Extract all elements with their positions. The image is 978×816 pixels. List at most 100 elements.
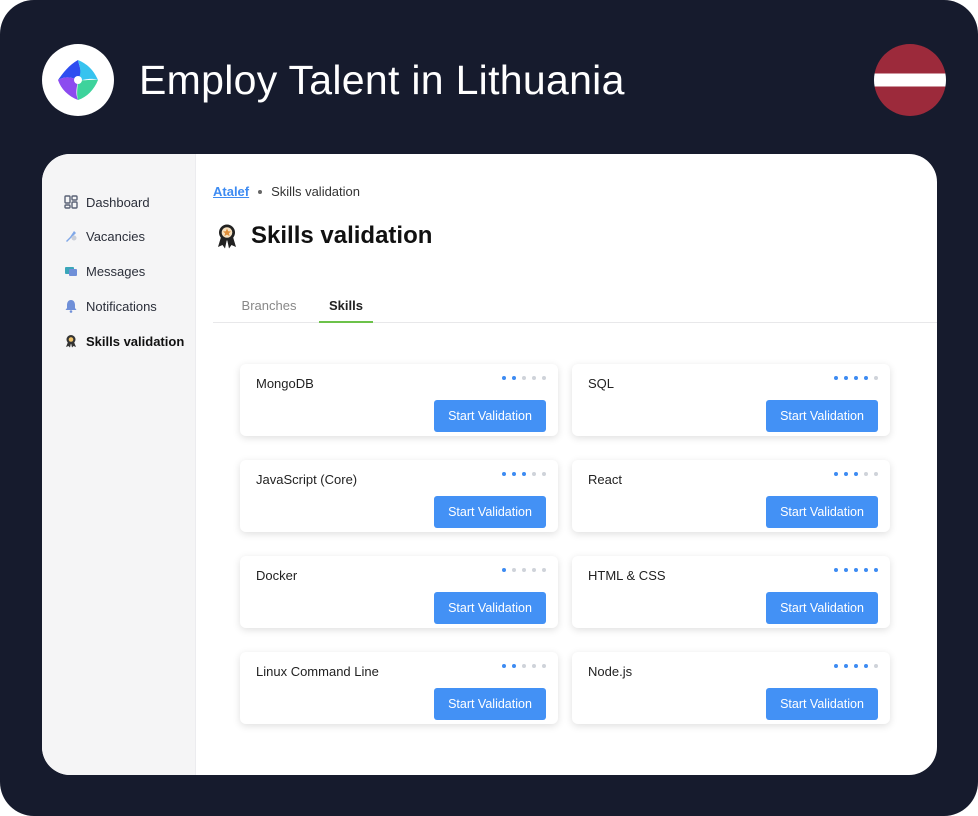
- skill-level-dots: [502, 568, 546, 572]
- level-dot-filled: [834, 376, 838, 380]
- level-dot-filled: [844, 472, 848, 476]
- banner-headline: Employ Talent in Lithuania: [139, 57, 625, 103]
- award-icon: [218, 224, 236, 249]
- skill-name: HTML & CSS: [588, 568, 666, 583]
- messages-icon: [65, 267, 77, 276]
- dashboard-icon: [64, 195, 78, 209]
- level-dot-empty: [522, 568, 526, 572]
- sidebar-item-label: Messages: [86, 263, 146, 279]
- level-dot-filled: [512, 376, 516, 380]
- start-validation-button[interactable]: Start Validation: [434, 592, 546, 624]
- level-dot-empty: [864, 472, 868, 476]
- level-dot-filled: [512, 472, 516, 476]
- level-dot-empty: [874, 664, 878, 668]
- brand-logo: [42, 44, 114, 116]
- level-dot-filled: [844, 376, 848, 380]
- breadcrumb-separator: [258, 189, 263, 194]
- skill-level-dots: [834, 472, 878, 476]
- page-title: Skills validation: [251, 222, 433, 249]
- level-dot-filled: [834, 472, 838, 476]
- skill-name: SQL: [588, 376, 615, 391]
- sidebar-item-dashboard[interactable]: Dashboard: [64, 192, 150, 212]
- skill-level-dots: [834, 568, 878, 572]
- sidebar: Dashboard Vacancies Messages Notificatio…: [42, 154, 196, 775]
- breadcrumb-root-link[interactable]: Atalef: [213, 184, 249, 199]
- level-dot-empty: [874, 376, 878, 380]
- app-window: Dashboard Vacancies Messages Notificatio…: [42, 154, 937, 775]
- lithuania-flag-icon: [874, 44, 946, 116]
- start-validation-button[interactable]: Start Validation: [434, 688, 546, 720]
- skill-level-dots: [502, 376, 546, 380]
- level-dot-filled: [854, 664, 858, 668]
- tab-bar: Branches Skills: [213, 290, 937, 323]
- skill-card-html-css: HTML & CSS Start Validation: [572, 556, 890, 628]
- award-icon: [66, 335, 76, 348]
- level-dot-filled: [834, 568, 838, 572]
- level-dot-filled: [854, 376, 858, 380]
- level-dot-filled: [844, 568, 848, 572]
- skill-level-dots: [834, 376, 878, 380]
- sidebar-item-label: Dashboard: [86, 194, 150, 210]
- page-header: Skills validation: [215, 222, 432, 250]
- level-dot-empty: [532, 376, 536, 380]
- skill-card-sql: SQL Start Validation: [572, 364, 890, 436]
- skill-name: MongoDB: [256, 376, 314, 391]
- start-validation-button[interactable]: Start Validation: [766, 688, 878, 720]
- level-dot-filled: [502, 472, 506, 476]
- skill-name: React: [588, 472, 622, 487]
- level-dot-filled: [844, 664, 848, 668]
- start-validation-button[interactable]: Start Validation: [766, 400, 878, 432]
- skill-name: Docker: [256, 568, 298, 583]
- skill-card-linux: Linux Command Line Start Validation: [240, 652, 558, 724]
- tab-branches[interactable]: Branches: [229, 290, 309, 322]
- bell-icon: [65, 300, 77, 313]
- sidebar-item-skills-validation[interactable]: Skills validation: [64, 331, 184, 351]
- brand-logo-icon: [58, 60, 98, 100]
- level-dot-empty: [532, 664, 536, 668]
- tab-skills[interactable]: Skills: [319, 290, 373, 323]
- skill-level-dots: [834, 664, 878, 668]
- level-dot-filled: [854, 472, 858, 476]
- level-dot-filled: [864, 376, 868, 380]
- skill-card-docker: Docker Start Validation: [240, 556, 558, 628]
- sidebar-item-notifications[interactable]: Notifications: [64, 296, 157, 316]
- level-dot-empty: [542, 472, 546, 476]
- breadcrumb-current: Skills validation: [271, 184, 360, 199]
- level-dot-filled: [502, 376, 506, 380]
- level-dot-filled: [834, 664, 838, 668]
- banner-frame: Employ Talent in Lithuania Dashboard Vac…: [0, 0, 978, 816]
- start-validation-button[interactable]: Start Validation: [766, 496, 878, 528]
- skill-card-mongodb: MongoDB Start Validation: [240, 364, 558, 436]
- level-dot-empty: [532, 472, 536, 476]
- skill-name: Linux Command Line: [256, 664, 379, 679]
- level-dot-filled: [512, 664, 516, 668]
- skill-level-dots: [502, 664, 546, 668]
- level-dot-filled: [864, 664, 868, 668]
- start-validation-button[interactable]: Start Validation: [434, 400, 546, 432]
- level-dot-filled: [502, 568, 506, 572]
- main-content: Atalef Skills validation Skills validati…: [197, 154, 937, 775]
- level-dot-empty: [542, 568, 546, 572]
- skill-name: Node.js: [588, 664, 633, 679]
- skill-card-nodejs: Node.js Start Validation: [572, 652, 890, 724]
- sidebar-item-vacancies[interactable]: Vacancies: [64, 226, 145, 246]
- sidebar-item-label: Skills validation: [86, 333, 185, 349]
- sidebar-item-label: Notifications: [86, 298, 157, 314]
- level-dot-filled: [874, 568, 878, 572]
- level-dot-empty: [542, 376, 546, 380]
- level-dot-filled: [854, 568, 858, 572]
- level-dot-empty: [532, 568, 536, 572]
- level-dot-empty: [512, 568, 516, 572]
- level-dot-empty: [542, 664, 546, 668]
- start-validation-button[interactable]: Start Validation: [434, 496, 546, 528]
- level-dot-empty: [874, 472, 878, 476]
- skill-name: JavaScript (Core): [256, 472, 358, 487]
- level-dot-empty: [522, 664, 526, 668]
- level-dot-filled: [502, 664, 506, 668]
- sidebar-item-messages[interactable]: Messages: [64, 261, 145, 281]
- start-validation-button[interactable]: Start Validation: [766, 592, 878, 624]
- skill-card-javascript: JavaScript (Core) Start Validation: [240, 460, 558, 532]
- sidebar-item-label: Vacancies: [86, 228, 146, 244]
- skill-level-dots: [502, 472, 546, 476]
- skill-card-react: React Start Validation: [572, 460, 890, 532]
